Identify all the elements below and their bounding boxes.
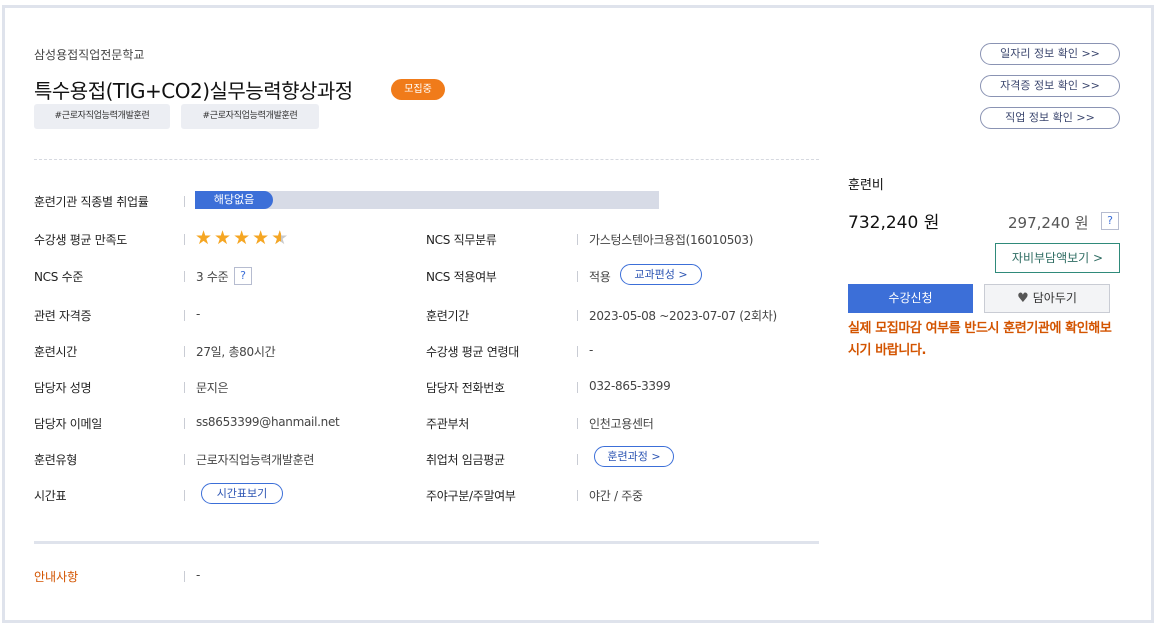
separator <box>577 382 578 393</box>
self-pay-button[interactable]: 자비부담액보기 > <box>995 243 1120 273</box>
star-icon: ★ <box>252 227 272 249</box>
job-info-link[interactable]: 일자리 정보 확인 >> <box>980 43 1120 65</box>
notice-label: 안내사항 <box>34 570 79 584</box>
separator <box>184 571 185 582</box>
fee-self-pay: 297,240 원 <box>1008 214 1089 232</box>
cert-info-link[interactable]: 자격증 정보 확인 >> <box>980 75 1120 97</box>
separator <box>577 454 578 465</box>
separator <box>184 234 185 245</box>
satisfaction-label: 수강생 평균 만족도 <box>34 233 127 247</box>
hours-label: 훈련시간 <box>34 345 77 359</box>
curriculum-button[interactable]: 교과편성 > <box>620 264 702 285</box>
separator <box>184 310 185 321</box>
ncs-apply-value: 적용 <box>589 270 611 284</box>
training-course-button[interactable]: 훈련과정 > <box>594 446 674 467</box>
employment-rate-value: 해당없음 <box>195 191 273 209</box>
separator <box>577 271 578 282</box>
notice-value: - <box>196 568 201 582</box>
fee-total: 732,240 원 <box>848 213 940 233</box>
daynight-label: 주야구분/주말여부 <box>426 489 516 503</box>
star-icon: ★ <box>214 227 234 249</box>
phone-label: 담당자 전화번호 <box>426 381 505 395</box>
email-label: 담당자 이메일 <box>34 417 102 431</box>
separator <box>577 346 578 357</box>
separator <box>184 196 185 207</box>
course-tag[interactable]: #근로자직업능력개발훈련 <box>181 104 319 129</box>
separator <box>184 418 185 429</box>
ncs-class-label: NCS 직무분류 <box>426 233 497 247</box>
type-label: 훈련유형 <box>34 453 77 467</box>
employment-rate-label: 훈련기관 직종별 취업률 <box>34 195 149 209</box>
separator <box>184 382 185 393</box>
separator <box>184 490 185 501</box>
timetable-label: 시간표 <box>34 489 67 503</box>
separator <box>577 490 578 501</box>
email-value: ss8653399@hanmail.net <box>196 415 340 429</box>
fee-label: 훈련비 <box>848 178 884 193</box>
ncs-level-value: 3 수준 <box>196 270 229 284</box>
course-title: 특수용접(TIG+CO2)실무능력향상과정 <box>34 79 353 103</box>
type-value: 근로자직업능력개발훈련 <box>196 453 315 467</box>
timetable-button[interactable]: 시간표보기 <box>201 483 283 504</box>
age-label: 수강생 평균 연령대 <box>426 345 519 359</box>
deadline-warning: 실제 모집마감 여부를 반드시 훈련기관에 확인해보시기 바랍니다. <box>848 321 1112 358</box>
dept-label: 주관부처 <box>426 417 469 431</box>
satisfaction-stars: ★★★★★★ <box>195 227 290 249</box>
separator <box>184 454 185 465</box>
status-badge: 모집중 <box>391 79 445 100</box>
wage-label: 취업처 임금평균 <box>426 453 505 467</box>
apply-button[interactable]: 수강신청 <box>848 284 973 313</box>
separator <box>577 418 578 429</box>
manager-value: 문지은 <box>196 381 229 395</box>
section-divider <box>34 159 819 160</box>
phone-value: 032-865-3399 <box>589 379 671 393</box>
course-tag[interactable]: #근로자직업능력개발훈련 <box>34 104 170 129</box>
hours-value: 27일, 총80시간 <box>196 345 276 359</box>
half-star-icon: ★★ <box>271 227 291 249</box>
ncs-level-label: NCS 수준 <box>34 270 84 284</box>
star-icon: ★ <box>233 227 253 249</box>
ncs-class-value: 가스텅스텐아크용접(16010503) <box>589 233 754 247</box>
separator <box>184 271 185 282</box>
occupation-info-link[interactable]: 직업 정보 확인 >> <box>980 107 1120 129</box>
section-divider <box>34 541 819 544</box>
dept-value: 인천고용센터 <box>589 417 654 431</box>
period-label: 훈련기간 <box>426 309 469 323</box>
school-name: 삼성용접직업전문학교 <box>34 48 145 62</box>
manager-label: 담당자 성명 <box>34 381 92 395</box>
period-value: 2023-05-08 ~2023-07-07 (2회차) <box>589 309 777 323</box>
save-button-label: 담아두기 <box>1032 291 1077 305</box>
separator <box>577 234 578 245</box>
age-value: - <box>589 343 594 357</box>
separator <box>577 310 578 321</box>
help-icon[interactable]: ? <box>1101 212 1119 230</box>
heart-icon: ♥ <box>1017 291 1029 306</box>
save-button[interactable]: ♥ 담아두기 <box>984 284 1110 313</box>
cert-value: - <box>196 307 201 321</box>
daynight-value: 야간 / 주중 <box>589 489 643 503</box>
help-icon[interactable]: ? <box>234 267 252 285</box>
separator <box>184 346 185 357</box>
star-icon: ★ <box>195 227 215 249</box>
cert-label: 관련 자격증 <box>34 309 92 323</box>
ncs-apply-label: NCS 적용여부 <box>426 270 497 284</box>
